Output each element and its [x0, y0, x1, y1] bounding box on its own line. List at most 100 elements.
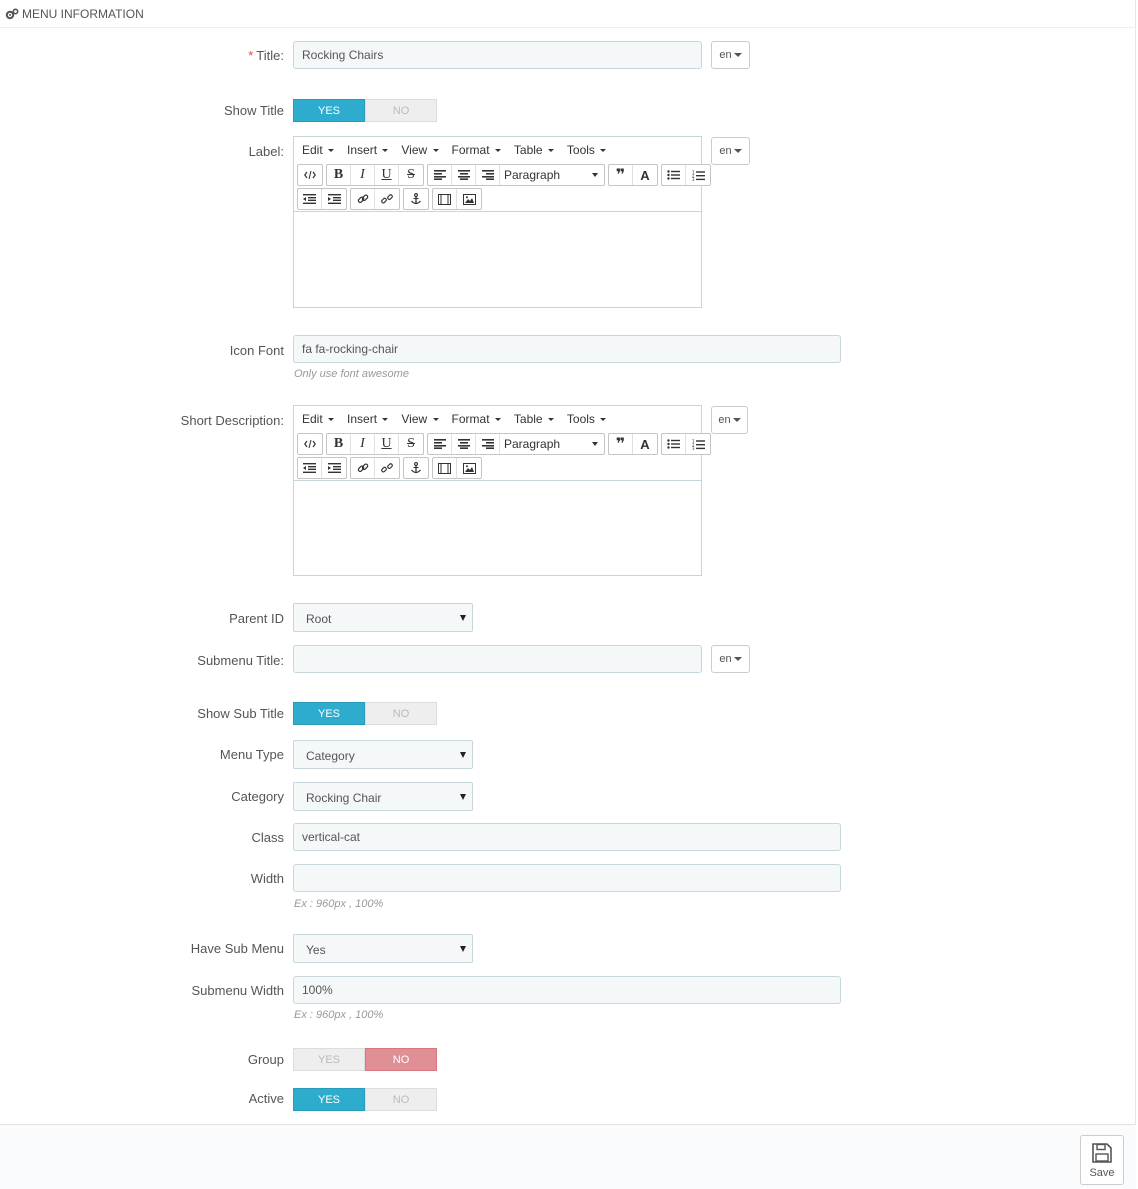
image-icon[interactable]	[457, 458, 481, 478]
show-title-yes-option[interactable]: YES	[293, 99, 365, 122]
label-editor[interactable]: Edit Insert View Format Table Tools B I …	[293, 136, 711, 308]
indent-icon[interactable]	[322, 458, 346, 478]
title-input[interactable]: Rocking Chairs	[293, 41, 702, 69]
submenu-width-label: Submenu Width	[191, 983, 285, 998]
menu-view[interactable]: View	[401, 143, 439, 157]
show-sub-title-no-option[interactable]: NO	[365, 702, 437, 725]
italic-icon[interactable]: I	[351, 434, 375, 454]
align-right-icon[interactable]	[476, 165, 500, 185]
submenu-title-label: Submenu Title:	[197, 653, 284, 668]
align-left-icon[interactable]	[428, 165, 452, 185]
submenu-title-lang-dropdown[interactable]: en	[711, 645, 750, 673]
align-center-icon[interactable]	[452, 165, 476, 185]
menu-format[interactable]: Format	[452, 143, 501, 157]
show-sub-title-switch[interactable]: YES NO	[293, 702, 437, 725]
align-right-icon[interactable]	[476, 434, 500, 454]
width-label: Width	[250, 871, 284, 886]
bullet-list-icon[interactable]	[662, 434, 686, 454]
text-color-icon[interactable]: A	[633, 165, 657, 185]
dropdown-arrow-icon	[460, 946, 466, 952]
anchor-icon[interactable]	[404, 189, 428, 209]
numbered-list-icon[interactable]: 123	[686, 434, 710, 454]
submenu-title-input[interactable]	[293, 645, 702, 673]
menu-information-panel: MENU INFORMATION * Title: Rocking Chairs …	[0, 0, 1136, 1189]
required-mark: *	[248, 48, 254, 63]
unlink-icon[interactable]	[375, 458, 399, 478]
label-editor-content[interactable]	[294, 211, 701, 305]
chevron-down-icon	[733, 53, 742, 58]
numbered-list-icon[interactable]: 123	[686, 165, 710, 185]
image-icon[interactable]	[457, 189, 481, 209]
editor-toolbar-1: B I U S Paragraph ❞ A 123	[294, 163, 711, 187]
active-no-option[interactable]: NO	[365, 1088, 437, 1111]
have-sub-menu-label: Have Sub Menu	[190, 941, 284, 956]
menu-insert[interactable]: Insert	[347, 143, 389, 157]
link-icon[interactable]	[351, 189, 375, 209]
underline-icon[interactable]: U	[375, 165, 399, 185]
anchor-icon[interactable]	[404, 458, 428, 478]
show-sub-title-yes-option[interactable]: YES	[293, 702, 365, 725]
short-description-editor-content[interactable]	[294, 480, 701, 573]
dropdown-arrow-icon	[460, 615, 466, 621]
menu-tools[interactable]: Tools	[567, 412, 607, 426]
bold-icon[interactable]: B	[327, 165, 351, 185]
class-label: Class	[251, 830, 284, 845]
text-color-icon[interactable]: A	[633, 434, 657, 454]
icon-font-input[interactable]: fa fa-rocking-chair	[293, 335, 841, 363]
outdent-icon[interactable]	[298, 458, 322, 478]
menu-edit[interactable]: Edit	[302, 143, 335, 157]
source-code-icon[interactable]	[298, 165, 322, 185]
active-yes-option[interactable]: YES	[293, 1088, 365, 1111]
media-icon[interactable]	[433, 458, 457, 478]
show-title-switch[interactable]: YES NO	[293, 99, 437, 122]
italic-icon[interactable]: I	[351, 165, 375, 185]
group-no-option[interactable]: NO	[365, 1048, 437, 1071]
menu-view[interactable]: View	[401, 412, 439, 426]
menu-table[interactable]: Table	[514, 143, 554, 157]
short-description-editor[interactable]: Edit Insert View Format Table Tools B I …	[293, 405, 711, 576]
category-select[interactable]: Rocking Chair	[293, 782, 473, 811]
media-icon[interactable]	[433, 189, 457, 209]
align-left-icon[interactable]	[428, 434, 452, 454]
parent-id-select[interactable]: Root	[293, 603, 473, 632]
show-sub-title-label: Show Sub Title	[197, 706, 284, 721]
blockquote-icon[interactable]: ❞	[609, 434, 633, 454]
menu-edit[interactable]: Edit	[302, 412, 335, 426]
menu-format[interactable]: Format	[452, 412, 501, 426]
block-format-select[interactable]: Paragraph	[500, 165, 604, 185]
indent-icon[interactable]	[322, 189, 346, 209]
group-switch[interactable]: YES NO	[293, 1048, 437, 1071]
submenu-width-input[interactable]: 100%	[293, 976, 841, 1004]
title-label: * Title:	[248, 48, 284, 63]
active-switch[interactable]: YES NO	[293, 1088, 437, 1111]
short-description-lang-dropdown[interactable]: en	[711, 406, 748, 434]
outdent-icon[interactable]	[298, 189, 322, 209]
menu-type-select[interactable]: Category	[293, 740, 473, 769]
width-input[interactable]	[293, 864, 841, 892]
bold-icon[interactable]: B	[327, 434, 351, 454]
block-format-select[interactable]: Paragraph	[500, 434, 604, 454]
have-sub-menu-select[interactable]: Yes	[293, 934, 473, 963]
link-icon[interactable]	[351, 458, 375, 478]
menu-table[interactable]: Table	[514, 412, 554, 426]
show-title-no-option[interactable]: NO	[365, 99, 437, 122]
strikethrough-icon[interactable]: S	[399, 434, 423, 454]
class-input[interactable]: vertical-cat	[293, 823, 841, 851]
underline-icon[interactable]: U	[375, 434, 399, 454]
title-lang-dropdown[interactable]: en	[711, 41, 750, 69]
save-label: Save	[1089, 1166, 1115, 1179]
blockquote-icon[interactable]: ❞	[609, 165, 633, 185]
align-center-icon[interactable]	[452, 434, 476, 454]
group-yes-option[interactable]: YES	[293, 1048, 365, 1071]
save-button[interactable]: Save	[1080, 1135, 1124, 1185]
menu-tools[interactable]: Tools	[567, 143, 607, 157]
unlink-icon[interactable]	[375, 189, 399, 209]
menu-insert[interactable]: Insert	[347, 412, 389, 426]
dropdown-arrow-icon	[460, 794, 466, 800]
label-lang-dropdown[interactable]: en	[711, 137, 750, 165]
editor-toolbar-1: B I U S Paragraph ❞ A 123	[294, 432, 711, 456]
source-code-icon[interactable]	[298, 434, 322, 454]
strikethrough-icon[interactable]: S	[399, 165, 423, 185]
editor-menubar: Edit Insert View Format Table Tools	[294, 137, 701, 163]
bullet-list-icon[interactable]	[662, 165, 686, 185]
